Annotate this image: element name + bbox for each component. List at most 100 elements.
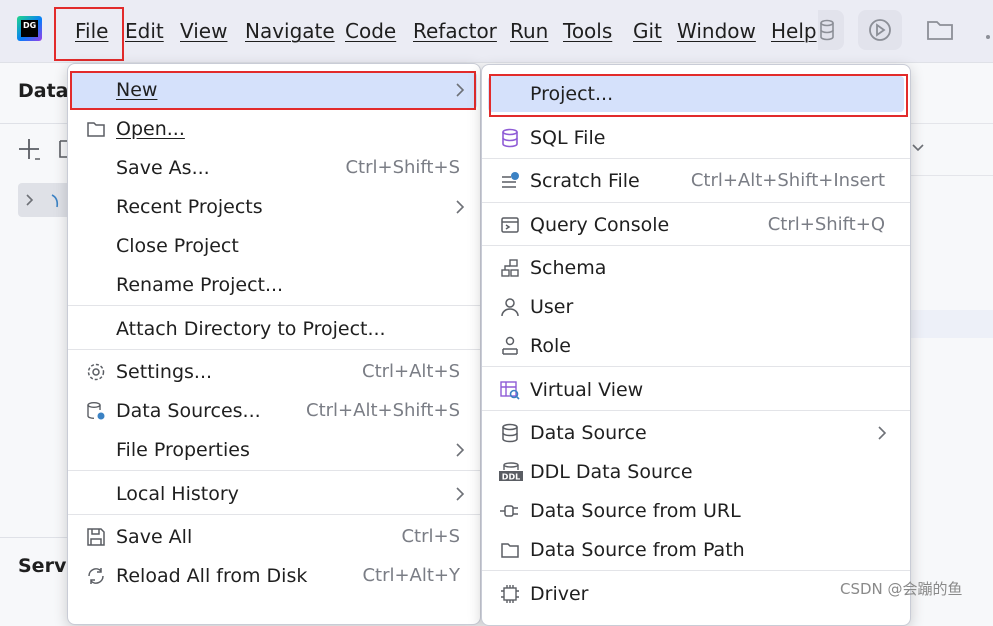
app-logo-text: DG xyxy=(21,20,38,37)
menu-code[interactable]: Code xyxy=(345,18,396,44)
menu-item-label: Data Source from Path xyxy=(530,539,745,561)
chevron-right-icon xyxy=(456,443,465,457)
background-row-highlight xyxy=(908,310,993,338)
new-menu-item-virtual-view[interactable]: Virtual View xyxy=(482,372,910,408)
menu-window[interactable]: Window xyxy=(677,18,756,44)
menu-git[interactable]: Git xyxy=(633,18,662,44)
new-menu-item-scratch-file[interactable]: Scratch File Ctrl+Alt+Shift+Insert xyxy=(482,163,910,199)
left-panel-title: Data xyxy=(18,80,69,102)
menu-item-shortcut: Ctrl+Alt+S xyxy=(362,361,460,382)
file-menu-item-file-properties[interactable]: File Properties xyxy=(68,432,480,468)
menu-item-label: Data Sources... xyxy=(116,400,261,422)
new-menu-item-data-source[interactable]: Data Source xyxy=(482,415,910,451)
chevron-right-icon xyxy=(456,200,465,214)
background-divider xyxy=(908,123,993,124)
menu-separator xyxy=(68,349,480,350)
menu-item-shortcut: Ctrl+Alt+Shift+Insert xyxy=(690,170,885,191)
schema-icon xyxy=(501,259,519,277)
menu-item-label: Save As... xyxy=(116,157,210,179)
menu-item-label: Save All xyxy=(116,526,193,548)
url-plug-icon xyxy=(500,505,518,517)
gear-icon xyxy=(87,363,105,381)
menu-item-label: Recent Projects xyxy=(116,196,263,218)
menu-item-label: Virtual View xyxy=(530,379,644,401)
menu-separator xyxy=(482,366,910,367)
data-sources-icon xyxy=(87,402,105,420)
left-panel-divider-bottom xyxy=(0,537,70,538)
menu-view[interactable]: View xyxy=(180,18,227,44)
menu-navigate[interactable]: Navigate xyxy=(245,18,335,44)
scratch-file-icon xyxy=(502,172,519,188)
new-menu-item-query-console[interactable]: Query Console Ctrl+Shift+Q xyxy=(482,207,910,243)
new-menu-item-data-source-url[interactable]: Data Source from URL xyxy=(482,493,910,529)
new-menu-item-sql-file[interactable]: SQL File xyxy=(482,120,910,156)
new-menu-item-ddl-data-source[interactable]: DDL DDL Data Source xyxy=(482,454,910,490)
menu-item-label: Local History xyxy=(116,483,239,505)
database-icon[interactable] xyxy=(818,10,844,50)
menu-run[interactable]: Run xyxy=(510,18,548,44)
chevron-right-icon xyxy=(456,83,465,97)
menu-item-label: Driver xyxy=(530,583,589,605)
menu-item-label: File Properties xyxy=(116,439,250,461)
menu-separator xyxy=(482,202,910,203)
new-menu-item-project[interactable]: Project... xyxy=(482,76,910,112)
file-menu-item-attach-directory[interactable]: Attach Directory to Project... xyxy=(68,311,480,347)
driver-icon xyxy=(501,585,519,603)
file-menu-item-save-all[interactable]: Save All Ctrl+S xyxy=(68,519,480,555)
file-menu-annotation-box xyxy=(54,7,124,61)
file-menu-item-save-as[interactable]: Save As... Ctrl+Shift+S xyxy=(68,150,480,186)
new-submenu-popup: Project... SQL File Scratch File Ctrl+Al… xyxy=(481,64,911,626)
new-menu-item-data-source-path[interactable]: Data Source from Path xyxy=(482,532,910,568)
chevron-right-icon xyxy=(26,194,59,208)
more-icon[interactable] xyxy=(984,26,993,39)
menu-item-label: Reload All from Disk xyxy=(116,565,308,587)
menu-tools[interactable]: Tools xyxy=(563,18,612,44)
tree-row-selected[interactable] xyxy=(18,183,72,217)
new-menu-item-user[interactable]: User xyxy=(482,289,910,325)
menu-item-label: Query Console xyxy=(530,214,670,236)
menu-item-shortcut: Ctrl+Shift+Q xyxy=(767,214,885,235)
menu-item-label: Settings... xyxy=(116,361,213,383)
file-menu-item-open[interactable]: Open... xyxy=(68,111,480,147)
menu-item-label: Data Source xyxy=(530,422,647,444)
menu-item-label: Scratch File xyxy=(530,170,640,192)
sql-file-icon xyxy=(502,128,518,148)
menu-item-label: Role xyxy=(530,335,571,357)
menu-refactor[interactable]: Refactor xyxy=(413,18,497,44)
virtual-view-icon xyxy=(500,381,520,400)
services-panel-title: Servi xyxy=(18,555,73,577)
new-menu-item-schema[interactable]: Schema xyxy=(482,250,910,286)
menu-item-label: SQL File xyxy=(530,127,606,149)
menu-item-shortcut: Ctrl+Shift+S xyxy=(345,157,460,178)
new-menu-item-role[interactable]: Role xyxy=(482,328,910,364)
role-icon xyxy=(502,336,518,355)
chevron-right-icon xyxy=(878,426,887,440)
menu-separator xyxy=(482,410,910,411)
menu-item-label: Open... xyxy=(116,118,185,140)
save-icon xyxy=(87,528,105,546)
app-logo-icon[interactable]: DG xyxy=(17,16,42,41)
menu-separator xyxy=(68,305,480,306)
file-menu-item-reload-all[interactable]: Reload All from Disk Ctrl+Alt+Y xyxy=(68,558,480,594)
file-menu-item-local-history[interactable]: Local History xyxy=(68,476,480,512)
folder-icon xyxy=(501,543,519,558)
file-menu-item-recent-projects[interactable]: Recent Projects xyxy=(68,189,480,225)
folder-icon xyxy=(87,122,105,137)
file-menu-item-new[interactable]: New xyxy=(68,72,480,108)
menu-item-shortcut: Ctrl+S xyxy=(401,526,460,547)
file-menu-item-data-sources[interactable]: Data Sources... Ctrl+Alt+Shift+S xyxy=(68,393,480,429)
add-icon[interactable] xyxy=(18,137,42,161)
menu-edit[interactable]: Edit xyxy=(125,18,164,44)
file-menu-item-rename-project[interactable]: Rename Project... xyxy=(68,267,480,303)
menu-help[interactable]: Help xyxy=(771,18,817,44)
run-icon[interactable] xyxy=(858,10,902,50)
file-menu-item-close-project[interactable]: Close Project xyxy=(68,228,480,264)
menu-item-label: Schema xyxy=(530,257,607,279)
menu-item-label: User xyxy=(530,296,574,318)
chevron-down-icon[interactable] xyxy=(910,140,926,156)
menu-item-label: Data Source from URL xyxy=(530,500,741,522)
menu-separator xyxy=(482,245,910,246)
menu-item-label: Rename Project... xyxy=(116,274,284,296)
folder-icon[interactable] xyxy=(925,16,955,44)
file-menu-item-settings[interactable]: Settings... Ctrl+Alt+S xyxy=(68,354,480,390)
